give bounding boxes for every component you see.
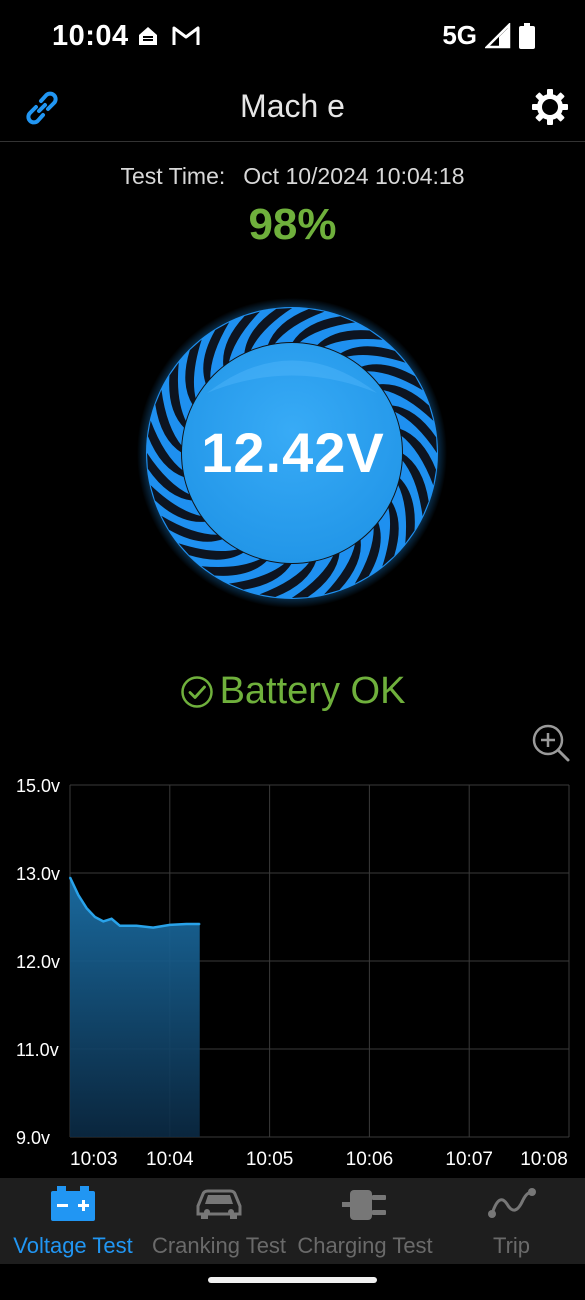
battery-icon [519, 22, 535, 49]
chart-point [94, 916, 96, 918]
chart-point [69, 876, 71, 879]
chart-point [119, 925, 121, 927]
test-time: Test Time: Oct 10/2024 10:04:18 [0, 163, 585, 190]
home-notification-icon [139, 27, 157, 45]
zoom-in-icon [532, 724, 570, 762]
status-icons-left [136, 24, 200, 48]
chart-y-tick-label: 15.0v [16, 776, 60, 796]
tab-charging-test-label: Charging Test [297, 1233, 433, 1258]
chart-x-tick-label: 10:05 [246, 1149, 294, 1170]
chart-point [198, 923, 201, 925]
chart-area-fill [70, 877, 200, 1137]
chart-point [169, 924, 171, 926]
bottom-nav: Voltage Test Cranking Test Charging Test… [0, 1178, 585, 1264]
voltage-chart: 15.0v 13.0v 12.0v 11.0v 9.0v 10:03 10:04 10:05… [16, 776, 570, 1170]
check-circle-icon [180, 675, 213, 708]
signal-icon [485, 22, 511, 48]
settings-button[interactable] [529, 86, 571, 128]
gmail-icon [172, 26, 200, 45]
chart-point [135, 925, 138, 927]
tab-trip-label: Trip [492, 1233, 531, 1258]
battery-percent: 98% [248, 200, 337, 249]
tab-cranking-test[interactable]: Cranking Test [146, 1178, 292, 1264]
page-title: Mach e [240, 88, 345, 124]
chart-x-tick-label: 10:06 [346, 1149, 394, 1170]
network-type: 5G [442, 20, 477, 50]
chart-x-tick-label: 10:04 [146, 1149, 194, 1170]
voltage-value: 12.42V [201, 421, 385, 484]
chart-point [77, 894, 80, 896]
tab-cranking-test-label: Cranking Test [151, 1233, 287, 1258]
chart-x-tick-label: 10:07 [445, 1149, 493, 1170]
tab-voltage-test-label: Voltage Test [13, 1233, 133, 1258]
chart-point [185, 923, 188, 925]
chart-point [110, 917, 113, 920]
chart-y-tick-label: 9.0v [16, 1128, 50, 1148]
chart-x-tick-label: 10:03 [70, 1149, 118, 1170]
status-time: 10:04 [52, 20, 129, 52]
test-time-value: Oct 10/2024 10:04:18 [243, 163, 465, 189]
header-divider [0, 141, 585, 142]
tab-voltage-test[interactable]: Voltage Test [0, 1178, 146, 1264]
chart-point [102, 920, 105, 923]
chart-y-tick-label: 13.0v [16, 864, 60, 884]
battery-status: Battery OK [0, 670, 585, 713]
zoom-button[interactable] [530, 722, 572, 764]
route-icon [487, 1188, 536, 1218]
car-icon [196, 1189, 242, 1219]
chart-point [85, 907, 88, 909]
chart-y-tick-label: 11.0v [16, 1040, 59, 1060]
status-right: 5G [442, 20, 535, 51]
tab-trip[interactable]: Trip [438, 1178, 585, 1264]
car-battery-icon [51, 1186, 95, 1221]
battery-status-text: Battery OK [219, 670, 406, 712]
test-time-label: Test Time: [120, 163, 226, 189]
chart-x-tick-label: 10:08 [520, 1149, 568, 1170]
home-indicator[interactable] [208, 1277, 377, 1283]
chart-y-tick-label: 12.0v [16, 952, 60, 972]
gear-icon [532, 89, 568, 125]
tab-charging-test[interactable]: Charging Test [292, 1178, 438, 1264]
plug-icon [342, 1190, 386, 1220]
chart-point [152, 926, 154, 929]
